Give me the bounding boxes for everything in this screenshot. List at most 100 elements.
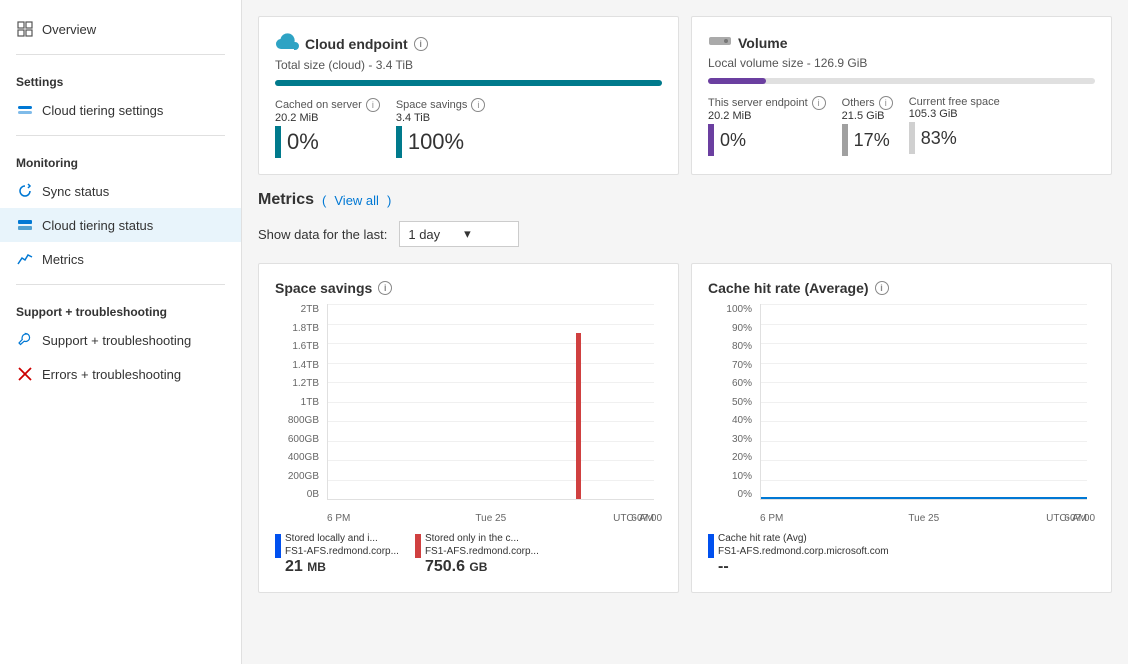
space-savings-x-labels: 6 PM Tue 25 6 AM: [327, 513, 654, 524]
server-endpoint-value: 20.2 MiB: [708, 110, 826, 122]
free-space-pct: 83%: [921, 128, 957, 149]
cloud-progress-bar: [275, 80, 662, 86]
sync-icon: [16, 182, 34, 200]
space-savings-chart-card: Space savings i 2TB 1.8TB 1.6TB 1.4TB 1.…: [258, 263, 679, 593]
others-metric: Others i 21.5 GiB 17%: [842, 96, 893, 156]
top-cards-row: Cloud endpoint i Total size (cloud) - 3.…: [258, 16, 1112, 175]
server-endpoint-metric: This server endpoint i 20.2 MiB 0%: [708, 96, 826, 156]
cloud-metrics-row: Cached on server i 20.2 MiB 0% Space sav…: [275, 98, 662, 158]
cached-info-icon[interactable]: i: [366, 98, 380, 112]
sidebar-item-sync-status[interactable]: Sync status: [0, 174, 241, 208]
sidebar: Overview Settings Cloud tiering settings…: [0, 0, 242, 664]
sidebar-item-label: Metrics: [42, 252, 84, 267]
sidebar-item-label: Cloud tiering status: [42, 218, 153, 233]
savings-bar: [396, 126, 402, 158]
cache-hit-info-icon[interactable]: i: [875, 281, 889, 295]
free-space-metric: Current free space 105.3 GiB 83%: [909, 96, 1000, 156]
server-endpoint-bar: [708, 124, 714, 156]
volume-progress-bar-container: [708, 78, 1095, 84]
server-endpoint-info-icon[interactable]: i: [812, 96, 826, 110]
sidebar-item-errors-troubleshooting[interactable]: Errors + troubleshooting: [0, 357, 241, 391]
cloud-progress-bar-container: [275, 80, 662, 86]
space-savings-utc: UTC-07:00: [613, 513, 662, 524]
others-value: 21.5 GiB: [842, 110, 893, 122]
tiering-icon: [16, 101, 34, 119]
others-bar: [842, 124, 848, 156]
sidebar-item-label: Sync status: [42, 184, 109, 199]
sidebar-item-label: Overview: [42, 22, 96, 37]
volume-progress-bar: [708, 78, 766, 84]
savings-metric: Space savings i 3.4 TiB 100%: [396, 98, 486, 158]
filter-label: Show data for the last:: [258, 227, 387, 242]
sidebar-item-metrics[interactable]: Metrics: [0, 242, 241, 276]
overview-icon: [16, 20, 34, 38]
sidebar-section-monitoring: Monitoring: [0, 144, 241, 174]
error-icon: [16, 365, 34, 383]
cache-hit-line: [761, 497, 1087, 499]
chevron-down-icon: ▾: [464, 226, 471, 242]
legend-color-blue: [275, 534, 281, 558]
legend-stored-locally: Stored locally and i...FS1-AFS.redmond.c…: [275, 532, 399, 576]
metrics-section-header: Metrics(View all): [258, 191, 1112, 209]
tiering2-icon: [16, 216, 34, 234]
sidebar-section-support: Support + troubleshooting: [0, 293, 241, 323]
space-savings-title: Space savings i: [275, 280, 662, 296]
volume-title: Volume: [708, 33, 1095, 52]
filter-value: 1 day: [408, 227, 440, 242]
filter-select[interactable]: 1 day ▾: [399, 221, 519, 247]
sidebar-item-overview[interactable]: Overview: [0, 12, 241, 46]
legend-color-blue-cache: [708, 534, 714, 558]
free-space-value: 105.3 GiB: [909, 108, 1000, 120]
space-savings-chart-area: 2TB 1.8TB 1.6TB 1.4TB 1.2TB 1TB 800GB 60…: [275, 304, 662, 524]
cached-bar: [275, 126, 281, 158]
tools-icon: [16, 331, 34, 349]
others-pct: 17%: [854, 130, 890, 151]
cache-hit-chart-area: 100% 90% 80% 70% 60% 50% 40% 30% 20% 10%…: [708, 304, 1095, 524]
cache-hit-y-labels: 100% 90% 80% 70% 60% 50% 40% 30% 20% 10%…: [708, 304, 756, 500]
savings-value: 3.4 TiB: [396, 112, 486, 124]
volume-metrics-row: This server endpoint i 20.2 MiB 0% Other…: [708, 96, 1095, 156]
sidebar-item-label: Cloud tiering settings: [42, 103, 163, 118]
cached-value: 20.2 MiB: [275, 112, 380, 124]
free-space-bar: [909, 122, 915, 154]
space-savings-plot: [327, 304, 654, 500]
filter-row: Show data for the last: 1 day ▾: [258, 221, 1112, 247]
space-savings-info-icon[interactable]: i: [378, 281, 392, 295]
cloud-total-size: Total size (cloud) - 3.4 TiB: [275, 58, 662, 72]
savings-pct: 100%: [408, 129, 464, 155]
view-all-link[interactable]: View all: [334, 193, 379, 208]
sidebar-item-label: Support + troubleshooting: [42, 333, 191, 348]
savings-info-icon[interactable]: i: [471, 98, 485, 112]
cache-hit-legend: Cache hit rate (Avg)FS1-AFS.redmond.corp…: [708, 532, 1095, 576]
cloud-endpoint-info-icon[interactable]: i: [414, 37, 428, 51]
cached-pct: 0%: [287, 129, 319, 155]
metrics-icon: [16, 250, 34, 268]
cache-hit-x-labels: 6 PM Tue 25 6 AM: [760, 513, 1087, 524]
sidebar-divider-support: [16, 284, 225, 285]
space-savings-y-labels: 2TB 1.8TB 1.6TB 1.4TB 1.2TB 1TB 800GB 60…: [275, 304, 323, 500]
cloud-endpoint-title: Cloud endpoint i: [275, 33, 662, 54]
server-endpoint-pct: 0%: [720, 130, 746, 151]
cache-hit-plot: [760, 304, 1087, 500]
cache-hit-utc: UTC-07:00: [1046, 513, 1095, 524]
legend-stored-cloud: Stored only in the c...FS1-AFS.redmond.c…: [415, 532, 539, 576]
space-savings-legend: Stored locally and i...FS1-AFS.redmond.c…: [275, 532, 662, 576]
cloud-icon: [275, 33, 299, 54]
cloud-endpoint-card: Cloud endpoint i Total size (cloud) - 3.…: [258, 16, 679, 175]
others-info-icon[interactable]: i: [879, 96, 893, 110]
cache-hit-chart-card: Cache hit rate (Average) i 100% 90% 80% …: [691, 263, 1112, 593]
metrics-title: Metrics: [258, 191, 314, 209]
sidebar-item-support-troubleshooting[interactable]: Support + troubleshooting: [0, 323, 241, 357]
sidebar-section-settings: Settings: [0, 63, 241, 93]
legend-color-red: [415, 534, 421, 558]
sidebar-divider-settings: [16, 54, 225, 55]
volume-card: Volume Local volume size - 126.9 GiB Thi…: [691, 16, 1112, 175]
chart-cards-row: Space savings i 2TB 1.8TB 1.6TB 1.4TB 1.…: [258, 263, 1112, 593]
legend-cache-hit: Cache hit rate (Avg)FS1-AFS.redmond.corp…: [708, 532, 889, 576]
space-savings-bar-red: [576, 333, 581, 499]
sidebar-item-cloud-tiering-settings[interactable]: Cloud tiering settings: [0, 93, 241, 127]
sidebar-item-label: Errors + troubleshooting: [42, 367, 181, 382]
sidebar-divider-monitoring: [16, 135, 225, 136]
hdd-icon: [708, 33, 732, 52]
sidebar-item-cloud-tiering-status[interactable]: Cloud tiering status: [0, 208, 241, 242]
